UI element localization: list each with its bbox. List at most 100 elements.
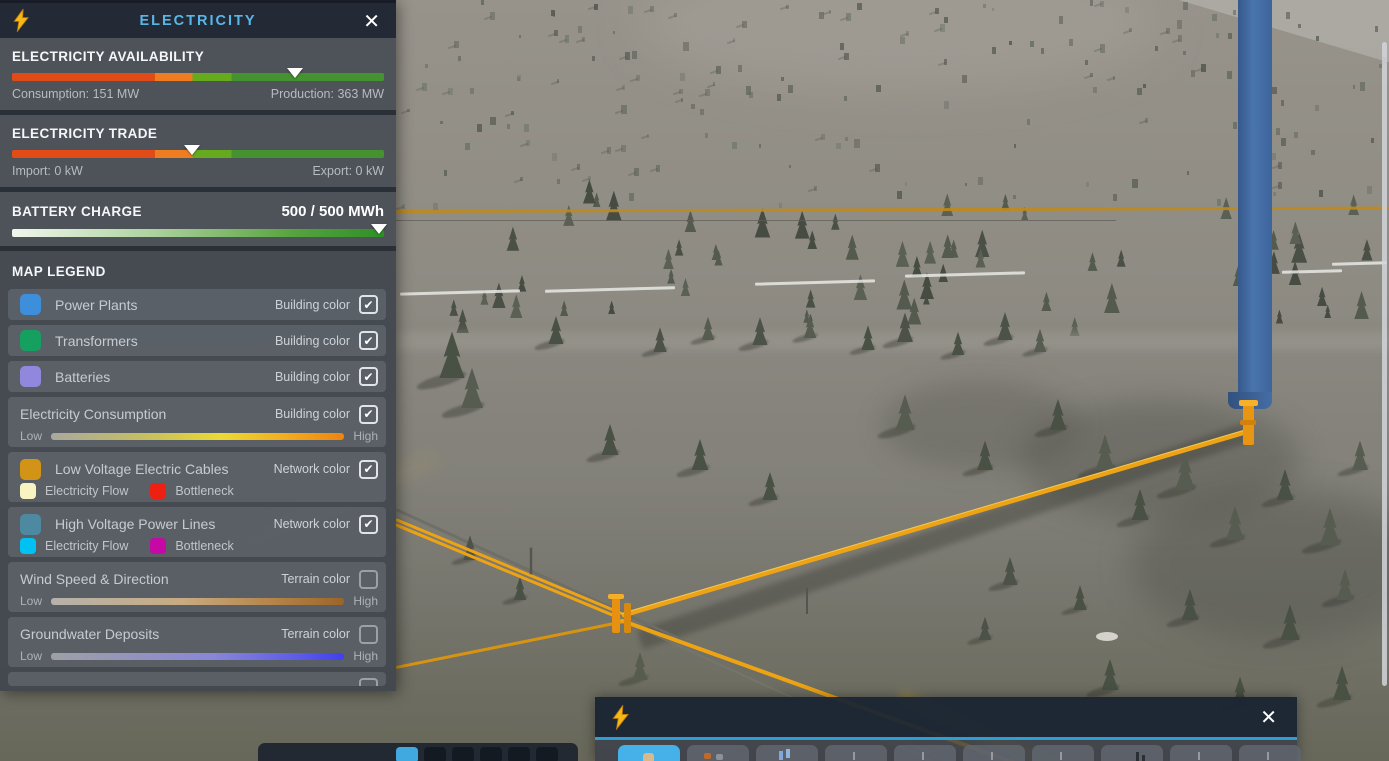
legend-row-high-voltage-power-lines[interactable]: High Voltage Power Lines Network color ✔ El… [8, 507, 386, 557]
scene-decor [1132, 179, 1138, 188]
tool-button-10[interactable] [1239, 745, 1301, 761]
scene-decor [674, 99, 683, 104]
scene-decor [944, 17, 949, 24]
tool-button-7[interactable] [1032, 745, 1094, 761]
scene-decor [762, 472, 778, 500]
mini-tool-button-5[interactable] [508, 747, 530, 761]
scene-decor [1226, 71, 1232, 79]
scene-decor [895, 240, 910, 267]
electricity-tool-panel: ✕ [595, 697, 1301, 761]
scene-decor [748, 492, 780, 508]
scene-decor [575, 38, 584, 44]
scene-decor [1009, 40, 1013, 45]
legend-row-groundwater-deposits[interactable]: Groundwater Deposits Terrain color Low High [8, 617, 386, 667]
scene-decor [465, 142, 470, 150]
scene-decor [1165, 612, 1201, 630]
mini-tool-button-4[interactable] [480, 747, 502, 761]
tool-button-4[interactable] [825, 745, 887, 761]
scene-decor [904, 181, 908, 186]
scene-decor [965, 183, 968, 187]
scene-decor [1294, 132, 1298, 139]
scene-decor [624, 603, 631, 633]
legend-checkbox[interactable]: ✔ [359, 514, 378, 534]
legend-row-transformers[interactable]: Transformers Building color ✔ [8, 325, 386, 356]
legend-checkbox[interactable]: ✔ [359, 331, 378, 350]
legend-checkbox[interactable]: ✔ [359, 404, 378, 424]
availability-marker [286, 68, 303, 78]
scene-decor [646, 134, 649, 138]
scene-decor [1142, 83, 1146, 89]
production-stat: Production: 363 MW [270, 87, 384, 101]
scene-decor [699, 92, 708, 97]
tool-button-6[interactable] [963, 745, 1025, 761]
scene-decor [896, 279, 913, 310]
scene-decor [691, 439, 709, 470]
legend-color-tag: Building color [274, 333, 350, 348]
legend-checkbox[interactable]: ✔ [359, 459, 378, 479]
scene-decor [1280, 100, 1285, 106]
scene-decor [680, 98, 683, 102]
scene-decor [1128, 27, 1132, 33]
tool-button-8[interactable] [1101, 745, 1163, 761]
scene-decor [1288, 261, 1302, 285]
scene-decor [705, 89, 710, 97]
scene-decor [1331, 261, 1388, 266]
scene-decor [840, 43, 845, 50]
scene-decor [556, 79, 560, 84]
scene-decor [1084, 74, 1093, 80]
scene-decor [781, 77, 785, 82]
scene-decor [635, 74, 640, 82]
scene-decor [735, 24, 745, 29]
scene-decor [962, 75, 967, 83]
legend-swatch [20, 294, 41, 315]
game-screen: ELECTRICITY ✕ ELECTRICITY AVAILABILITY C… [0, 0, 1389, 761]
legend-row-electricity-consumption[interactable]: Electricity Consumption Building color ✔ Lo… [8, 397, 386, 447]
legend-checkbox[interactable]: ✔ [359, 367, 378, 386]
legend-checkbox[interactable]: ✔ [359, 295, 378, 314]
close-icon[interactable]: ✕ [357, 7, 386, 36]
legend-row-power-plants[interactable]: Power Plants Building color ✔ [8, 289, 386, 320]
scene-decor [691, 103, 695, 109]
legend-label: Power Plants [55, 296, 138, 313]
scene-decor [715, 65, 722, 74]
scene-decor [442, 90, 451, 96]
legend-row-partial[interactable] [8, 672, 386, 686]
legend-checkbox[interactable] [359, 624, 378, 644]
tool-panel-header: ✕ [595, 697, 1297, 737]
scene-decor [1276, 469, 1294, 500]
scene-decor [627, 171, 636, 177]
legend-row-batteries[interactable]: Batteries Building color ✔ [8, 361, 386, 392]
scene-decor [1258, 148, 1267, 153]
legend-label: Transformers [55, 332, 138, 349]
mini-tool-button-2[interactable] [424, 747, 446, 761]
scene-decor [640, 135, 649, 140]
mini-tool-button-6[interactable] [536, 747, 558, 761]
scene-decor [396, 332, 1389, 350]
scene-decor [928, 10, 938, 16]
scene-decor [961, 462, 995, 479]
legend-row-wind-speed-direction[interactable]: Wind Speed & Direction Terrain color Low Hi… [8, 562, 386, 612]
legend-row-low-voltage-electric-cables[interactable]: Low Voltage Electric Cables Network color… [8, 452, 386, 502]
scene-decor [1243, 74, 1248, 82]
scene-decor [1099, 44, 1106, 53]
scene-decor [983, 332, 1015, 348]
scene-decor [1041, 291, 1052, 312]
mini-tool-button-1[interactable] [396, 747, 418, 761]
tool-button-9[interactable] [1170, 745, 1232, 761]
scene-decor [881, 334, 915, 351]
close-icon[interactable]: ✕ [1254, 703, 1283, 732]
tool-button-row [595, 740, 1301, 761]
scene-decor [1131, 489, 1149, 520]
legend-checkbox[interactable] [359, 569, 378, 589]
tool-button-3[interactable] [756, 745, 818, 761]
tool-button-2[interactable] [687, 745, 749, 761]
tool-button-5[interactable] [894, 745, 956, 761]
tool-button-1[interactable] [618, 745, 680, 761]
scene-decor [1276, 128, 1281, 136]
mini-tool-button-3[interactable] [452, 747, 474, 761]
scene-decor [395, 206, 1389, 213]
unidentified-tool-icon [643, 753, 654, 761]
scene-decor [1069, 316, 1080, 336]
panel-scrollbar[interactable] [1382, 42, 1387, 686]
legend-checkbox[interactable] [359, 678, 378, 686]
